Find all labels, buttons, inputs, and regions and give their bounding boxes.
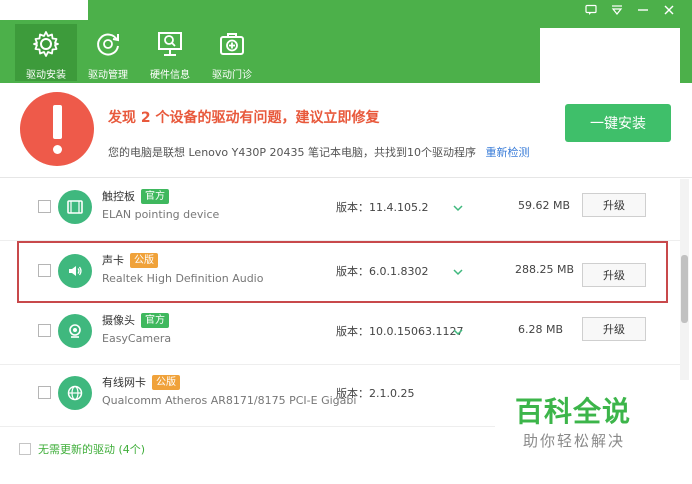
driver-name-text: 声卡 bbox=[102, 254, 124, 267]
title-mask bbox=[0, 0, 88, 20]
dropdown-icon[interactable] bbox=[610, 3, 624, 17]
alert-title: 发现 2 个设备的驱动有问题，建议立即修复 bbox=[108, 110, 380, 126]
scrollbar-thumb[interactable] bbox=[681, 255, 688, 323]
driver-size: 6.28 MB bbox=[518, 323, 564, 336]
device-summary: 您的电脑是联想 Lenovo Y430P 20435 笔记本电脑，共找到10个驱… bbox=[108, 146, 476, 159]
alert-description: 您的电脑是联想 Lenovo Y430P 20435 笔记本电脑，共找到10个驱… bbox=[108, 144, 529, 160]
warning-icon bbox=[20, 92, 94, 166]
tab-driver-install[interactable]: 驱动安装 bbox=[15, 24, 77, 81]
driver-name: 摄像头 官方 bbox=[102, 312, 169, 328]
globe-icon bbox=[58, 376, 92, 410]
header-mask bbox=[540, 28, 680, 83]
driver-model: EasyCamera bbox=[102, 332, 172, 345]
driver-size: 288.25 MB bbox=[515, 263, 575, 276]
driver-size: 59.62 MB bbox=[518, 199, 571, 212]
tab-hardware-info[interactable]: 硬件信息 bbox=[139, 24, 201, 81]
watermark-logo: 百科全说 助你轻松解决 bbox=[495, 380, 692, 484]
driver-version: 版本：2.1.0.25 bbox=[336, 387, 415, 400]
camera-icon bbox=[58, 314, 92, 348]
upgrade-button[interactable]: 升级 bbox=[582, 317, 646, 341]
driver-version: 版本：11.4.105.2 bbox=[336, 201, 429, 214]
tab-driver-clinic[interactable]: 驱动门诊 bbox=[201, 24, 263, 81]
driver-version: 版本：6.0.1.8302 bbox=[336, 265, 429, 278]
top-bar: 驱动安装 驱动管理 硬件信息 驱动门诊 bbox=[0, 0, 692, 83]
driver-name-text: 有线网卡 bbox=[102, 376, 146, 389]
driver-model: Qualcomm Atheros AR8171/8175 PCI-E Gigab… bbox=[102, 394, 357, 407]
driver-model: Realtek High Definition Audio bbox=[102, 272, 264, 285]
window-controls bbox=[584, 3, 676, 17]
rescan-link[interactable]: 重新检测 bbox=[485, 146, 529, 159]
close-icon[interactable] bbox=[662, 3, 676, 17]
medical-box-icon bbox=[215, 28, 249, 60]
tab-label: 驱动门诊 bbox=[212, 70, 252, 81]
public-badge: 公版 bbox=[152, 374, 180, 390]
driver-model: ELAN pointing device bbox=[102, 208, 220, 221]
monitor-search-icon bbox=[153, 28, 187, 60]
tab-label: 硬件信息 bbox=[150, 70, 190, 81]
watermark-subtitle: 助你轻松解决 bbox=[523, 432, 626, 450]
tab-label: 驱动管理 bbox=[88, 70, 128, 81]
tab-driver-manage[interactable]: 驱动管理 bbox=[77, 24, 139, 81]
touchpad-icon bbox=[58, 190, 92, 224]
driver-version: 版本：10.0.15063.1127 bbox=[336, 325, 464, 338]
chevron-down-icon[interactable] bbox=[452, 199, 464, 212]
driver-name: 声卡 公版 bbox=[102, 252, 158, 268]
driver-checkbox[interactable] bbox=[38, 324, 51, 337]
upgrade-button[interactable]: 升级 bbox=[582, 193, 646, 217]
driver-name-text: 摄像头 bbox=[102, 314, 135, 327]
speaker-icon bbox=[58, 254, 92, 288]
gear-icon bbox=[29, 28, 63, 60]
alert-panel: 发现 2 个设备的驱动有问题，建议立即修复 您的电脑是联想 Lenovo Y43… bbox=[0, 83, 692, 178]
watermark-title: 百科全说 bbox=[515, 395, 632, 428]
chevron-down-icon[interactable] bbox=[452, 263, 464, 276]
driver-checkbox[interactable] bbox=[38, 386, 51, 399]
driver-row-camera: 摄像头 官方 EasyCamera 版本：10.0.15063.1127 6.2… bbox=[0, 303, 680, 365]
driver-name: 触控板 官方 bbox=[102, 188, 169, 204]
official-badge: 官方 bbox=[141, 312, 169, 328]
upgrade-button[interactable]: 升级 bbox=[582, 263, 646, 287]
public-badge: 公版 bbox=[130, 252, 158, 268]
refresh-icon bbox=[91, 28, 125, 60]
one-click-install-button[interactable]: 一键安装 bbox=[565, 104, 671, 142]
message-icon[interactable] bbox=[584, 3, 598, 17]
minimize-icon[interactable] bbox=[636, 3, 650, 17]
driver-name: 有线网卡 公版 bbox=[102, 374, 180, 390]
main-nav: 驱动安装 驱动管理 硬件信息 驱动门诊 bbox=[15, 24, 263, 81]
official-badge: 官方 bbox=[141, 188, 169, 204]
tab-label: 驱动安装 bbox=[26, 70, 66, 81]
driver-checkbox[interactable] bbox=[38, 264, 51, 277]
driver-row-sound-card: 声卡 公版 Realtek High Definition Audio 版本：6… bbox=[17, 241, 668, 303]
driver-name-text: 触控板 bbox=[102, 190, 135, 203]
no-update-checkbox[interactable] bbox=[19, 443, 31, 455]
driver-checkbox[interactable] bbox=[38, 200, 51, 213]
driver-row-touchpad: 触控板 官方 ELAN pointing device 版本：11.4.105.… bbox=[0, 179, 680, 241]
chevron-down-icon[interactable] bbox=[452, 323, 464, 336]
no-update-label[interactable]: 无需更新的驱动 (4个) bbox=[38, 441, 145, 457]
